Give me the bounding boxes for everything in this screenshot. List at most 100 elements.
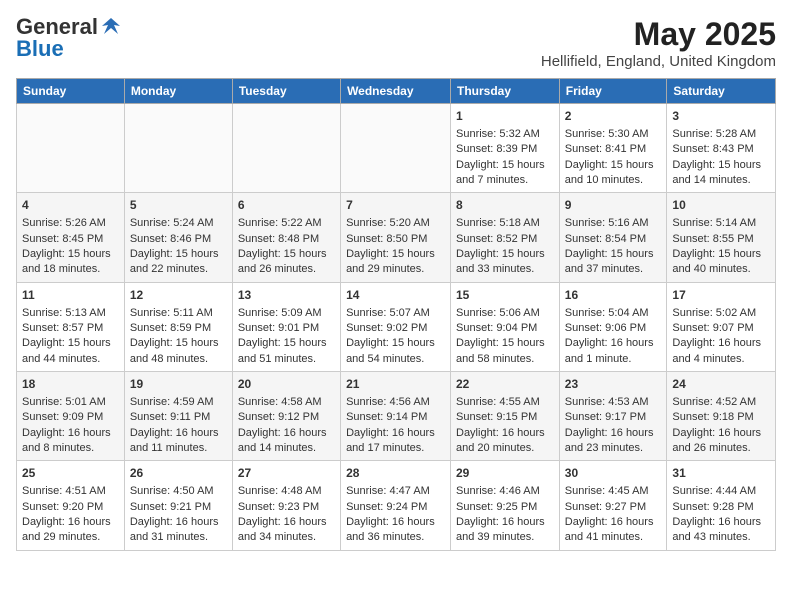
day-info-line: Daylight: 15 hours: [22, 336, 119, 351]
day-number: 18: [22, 376, 119, 393]
day-number: 31: [672, 465, 770, 482]
day-info-line: Sunset: 9:23 PM: [238, 500, 335, 515]
day-info-line: Sunrise: 4:58 AM: [238, 395, 335, 410]
calendar-cell: 15Sunrise: 5:06 AMSunset: 9:04 PMDayligh…: [451, 282, 560, 371]
day-info-line: and 11 minutes.: [130, 441, 227, 456]
day-info-line: Sunrise: 5:04 AM: [565, 306, 662, 321]
day-info-line: Sunset: 8:41 PM: [565, 142, 662, 157]
calendar-cell: 11Sunrise: 5:13 AMSunset: 8:57 PMDayligh…: [17, 282, 125, 371]
day-info-line: Sunset: 9:28 PM: [672, 500, 770, 515]
day-info-line: Sunrise: 4:44 AM: [672, 484, 770, 499]
day-number: 27: [238, 465, 335, 482]
day-info-line: Sunset: 9:12 PM: [238, 410, 335, 425]
calendar-cell: 19Sunrise: 4:59 AMSunset: 9:11 PMDayligh…: [124, 372, 232, 461]
day-info-line: Sunrise: 4:52 AM: [672, 395, 770, 410]
day-info-line: Daylight: 15 hours: [456, 247, 554, 262]
calendar-cell: 10Sunrise: 5:14 AMSunset: 8:55 PMDayligh…: [667, 193, 776, 282]
day-number: 30: [565, 465, 662, 482]
day-info-line: Daylight: 16 hours: [22, 515, 119, 530]
day-info-line: Daylight: 16 hours: [456, 426, 554, 441]
calendar-cell: 17Sunrise: 5:02 AMSunset: 9:07 PMDayligh…: [667, 282, 776, 371]
day-header-friday: Friday: [559, 79, 667, 104]
calendar-cell: 30 Sunrise: 4:45 AMSunset: 9:27 PMDayligh…: [559, 461, 667, 550]
day-info-line: Sunset: 9:27 PM: [565, 500, 662, 515]
day-info-line: Sunset: 9:25 PM: [456, 500, 554, 515]
calendar-cell: 8Sunrise: 5:18 AMSunset: 8:52 PMDaylight…: [451, 193, 560, 282]
day-info-line: and 31 minutes.: [130, 530, 227, 545]
day-number: 2: [565, 108, 662, 125]
calendar-header: SundayMondayTuesdayWednesdayThursdayFrid…: [17, 79, 776, 104]
day-number: 7: [346, 197, 445, 214]
days-header-row: SundayMondayTuesdayWednesdayThursdayFrid…: [17, 79, 776, 104]
day-header-wednesday: Wednesday: [341, 79, 451, 104]
day-info-line: Daylight: 16 hours: [238, 426, 335, 441]
calendar-cell: [341, 104, 451, 193]
calendar-cell: [124, 104, 232, 193]
day-number: 14: [346, 287, 445, 304]
day-number: 24: [672, 376, 770, 393]
day-info-line: Sunset: 9:20 PM: [22, 500, 119, 515]
day-info-line: Sunset: 9:04 PM: [456, 321, 554, 336]
day-info-line: Daylight: 16 hours: [565, 515, 662, 530]
day-info-line: Sunset: 8:45 PM: [22, 232, 119, 247]
week-row-3: 11Sunrise: 5:13 AMSunset: 8:57 PMDayligh…: [17, 282, 776, 371]
day-info-line: and 58 minutes.: [456, 352, 554, 367]
calendar-table: SundayMondayTuesdayWednesdayThursdayFrid…: [16, 78, 776, 551]
day-info-line: and 34 minutes.: [238, 530, 335, 545]
day-info-line: and 37 minutes.: [565, 262, 662, 277]
calendar-cell: 25Sunrise: 4:51 AMSunset: 9:20 PMDayligh…: [17, 461, 125, 550]
day-info-line: and 29 minutes.: [346, 262, 445, 277]
day-header-sunday: Sunday: [17, 79, 125, 104]
day-info-line: Daylight: 16 hours: [672, 336, 770, 351]
day-info-line: and 39 minutes.: [456, 530, 554, 545]
day-number: 21: [346, 376, 445, 393]
day-info-line: and 17 minutes.: [346, 441, 445, 456]
day-info-line: Sunset: 8:39 PM: [456, 142, 554, 157]
day-info-line: Sunrise: 4:46 AM: [456, 484, 554, 499]
day-info-line: and 18 minutes.: [22, 262, 119, 277]
day-info-line: Sunrise: 5:07 AM: [346, 306, 445, 321]
week-row-4: 18Sunrise: 5:01 AMSunset: 9:09 PMDayligh…: [17, 372, 776, 461]
day-number: 1: [456, 108, 554, 125]
calendar-body: 1 Sunrise: 5:32 AMSunset: 8:39 PM Daylight…: [17, 104, 776, 551]
day-info-line: and 10 minutes.: [565, 173, 662, 188]
day-info-line: Daylight: 15 hours: [565, 247, 662, 262]
day-number: 9: [565, 197, 662, 214]
day-info-line: Sunrise: 5:26 AM: [22, 216, 119, 231]
day-info-line: Daylight: 16 hours: [565, 336, 662, 351]
day-header-tuesday: Tuesday: [232, 79, 340, 104]
calendar-cell: 7Sunrise: 5:20 AMSunset: 8:50 PMDaylight…: [341, 193, 451, 282]
day-info-line: Sunrise: 5:28 AM: [672, 127, 770, 142]
day-info-line: Sunset: 8:52 PM: [456, 232, 554, 247]
day-info-line: Sunrise: 5:11 AM: [130, 306, 227, 321]
day-info-line: and 26 minutes.: [672, 441, 770, 456]
calendar-cell: 3Sunrise: 5:28 AMSunset: 8:43 PMDaylight…: [667, 104, 776, 193]
week-row-1: 1Sunrise: 5:32 AMSunset: 8:39 PMDaylight…: [17, 104, 776, 193]
day-info-line: Daylight: 15 hours: [130, 336, 227, 351]
week-row-2: 4Sunrise: 5:26 AMSunset: 8:45 PMDaylight…: [17, 193, 776, 282]
day-info-line: Sunrise: 5:30 AM: [565, 127, 662, 142]
day-info-line: Sunset: 8:59 PM: [130, 321, 227, 336]
calendar-cell: 29Sunrise: 4:46 AMSunset: 9:25 PMDayligh…: [451, 461, 560, 550]
calendar-cell: 4Sunrise: 5:26 AMSunset: 8:45 PMDaylight…: [17, 193, 125, 282]
day-info-line: and 8 minutes.: [22, 441, 119, 456]
day-info-line: and 23 minutes.: [565, 441, 662, 456]
day-info-line: Sunset: 9:14 PM: [346, 410, 445, 425]
day-number: 13: [238, 287, 335, 304]
calendar-cell: 23Sunrise: 4:53 AMSunset: 9:17 PMDayligh…: [559, 372, 667, 461]
day-info-line: Daylight: 15 hours: [238, 247, 335, 262]
calendar-cell: [232, 104, 340, 193]
day-number: 20: [238, 376, 335, 393]
day-info-line: Sunrise: 5:32 AM: [456, 127, 554, 142]
day-number: 16: [565, 287, 662, 304]
calendar-cell: 9Sunrise: 5:16 AMSunset: 8:54 PMDaylight…: [559, 193, 667, 282]
day-info-line: Sunrise: 4:59 AM: [130, 395, 227, 410]
day-info-line: Sunrise: 4:47 AM: [346, 484, 445, 499]
day-info-line: Sunset: 9:24 PM: [346, 500, 445, 515]
day-info-line: and 43 minutes.: [672, 530, 770, 545]
logo-general-text: General: [16, 16, 98, 38]
day-info-line: Sunrise: 5:01 AM: [22, 395, 119, 410]
calendar-cell: 13Sunrise: 5:09 AMSunset: 9:01 PMDayligh…: [232, 282, 340, 371]
calendar-cell: 20 Sunrise: 4:58 AMSunset: 9:12 PMDayligh…: [232, 372, 340, 461]
day-info-line: Sunrise: 4:45 AM: [565, 484, 662, 499]
